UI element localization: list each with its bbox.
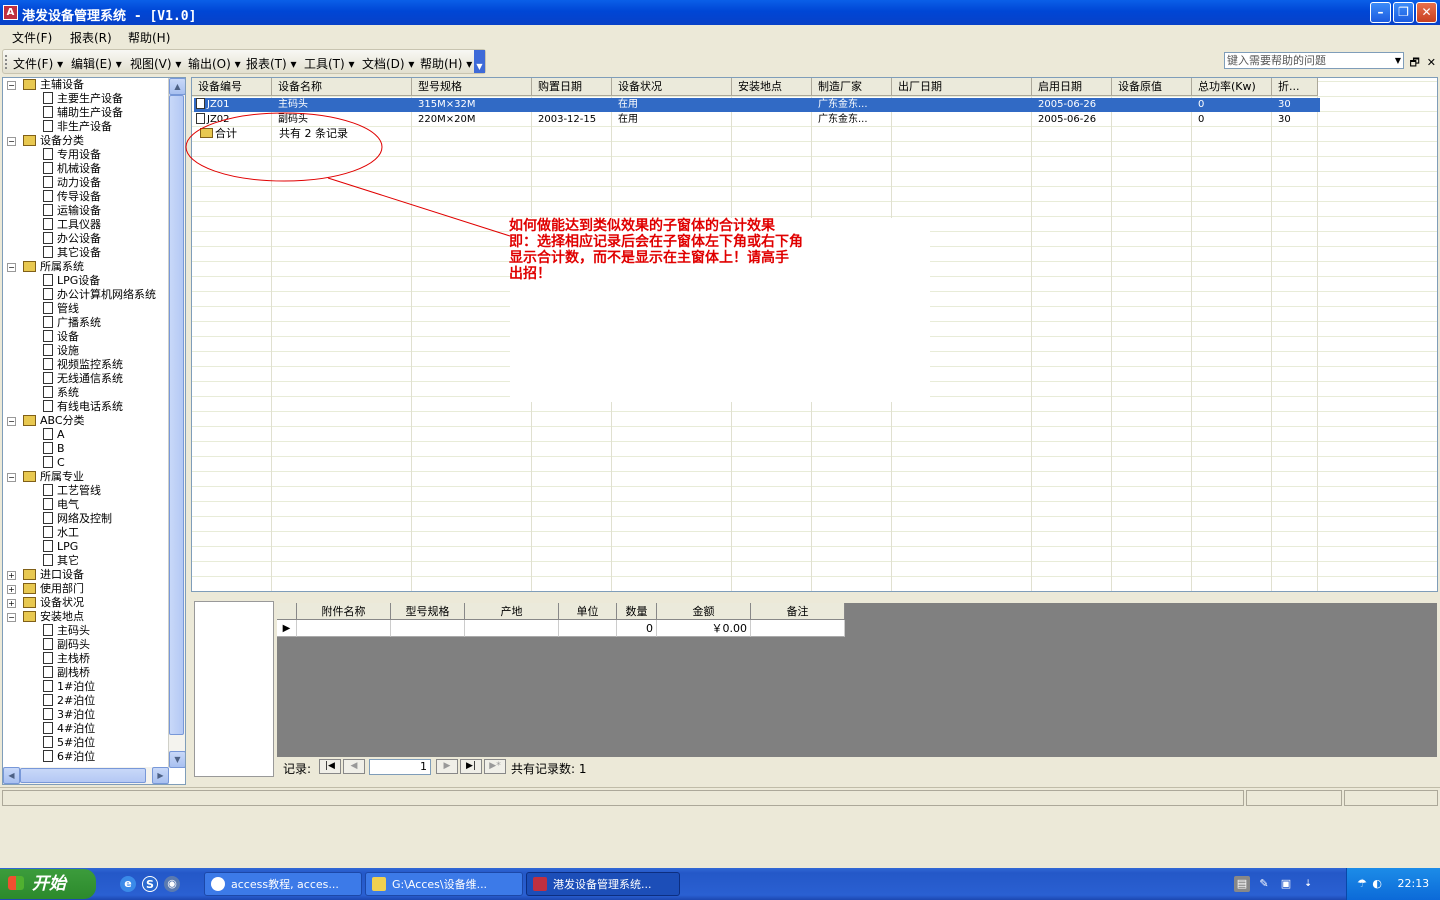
taskbar-item-explorer[interactable]: G:\Acces\设备维... [365, 872, 523, 896]
taskbar-item-access-tutorial[interactable]: access教程, acces... [204, 872, 362, 896]
new-record-button[interactable]: ▶* [484, 759, 506, 774]
subform-cell[interactable]: ￥0.00 [657, 620, 751, 637]
taskbar-item-gangfa[interactable]: 港发设备管理系统... [526, 872, 680, 896]
start-button[interactable]: 开始 [0, 869, 96, 899]
browser-s-icon[interactable]: S [142, 876, 158, 892]
record-label: 记录: [283, 762, 312, 776]
last-record-button[interactable]: ▶| [460, 759, 482, 774]
volume-icon[interactable]: ◐ [1372, 877, 1382, 890]
record-navigator: 记录: |◀ ◀ 1 ▶ ▶| ▶* 共有记录数: 1 [277, 757, 1437, 777]
subform-column-header[interactable]: 附件名称 [297, 603, 391, 620]
status-pane-2 [1246, 790, 1342, 806]
subform-cell[interactable] [297, 620, 391, 637]
subform-column-header[interactable]: 数量 [617, 603, 657, 620]
ime-options-icon[interactable]: ⇣ [1300, 876, 1316, 892]
record-number-input[interactable]: 1 [369, 759, 431, 775]
status-pane-3 [1344, 790, 1438, 806]
first-record-button[interactable]: |◀ [319, 759, 341, 774]
subform-corner [277, 603, 297, 620]
subform-left-panel [194, 601, 274, 777]
subform-cell[interactable] [391, 620, 465, 637]
browser-s-icon [211, 877, 225, 891]
status-pane-main [2, 790, 1244, 806]
record-selector-icon[interactable]: ▶ [277, 620, 297, 637]
status-bar [0, 787, 1440, 807]
subform-cell[interactable] [751, 620, 845, 637]
network-icon[interactable]: ☂ [1357, 877, 1367, 890]
subform-column-header[interactable]: 单位 [559, 603, 617, 620]
subform-cell[interactable]: 0 [617, 620, 657, 637]
prev-record-button[interactable]: ◀ [343, 759, 365, 774]
system-tray: ☂ ◐ 22:13 [1346, 868, 1440, 900]
folder-icon [372, 877, 386, 891]
record-total-text: 共有记录数: 1 [511, 762, 587, 776]
pen-icon[interactable]: ✎ [1256, 876, 1272, 892]
attachments-subform[interactable]: 附件名称 型号规格 产地 单位 数量 金额 备注 ▶ 0 ￥0.00 [277, 603, 1437, 757]
desktop-icon[interactable]: ◉ [164, 876, 180, 892]
subform-column-header[interactable]: 产地 [465, 603, 559, 620]
subform-cell[interactable] [465, 620, 559, 637]
subform-column-header[interactable]: 备注 [751, 603, 845, 620]
next-record-button[interactable]: ▶ [436, 759, 458, 774]
subform-column-header[interactable]: 型号规格 [391, 603, 465, 620]
windows-taskbar: 开始 e S ◉ access教程, acces... G:\Acces\设备维… [0, 868, 1440, 900]
windows-flag-icon [8, 876, 24, 890]
subform-column-header[interactable]: 金额 [657, 603, 751, 620]
annotation-question-text: 如何做能达到类似效果的子窗体的合计效果 即：选择相应记录后会在子窗体左下角或右下… [509, 218, 803, 282]
ie-icon[interactable]: e [120, 876, 136, 892]
keyboard-icon[interactable]: ▤ [1234, 876, 1250, 892]
subform-cell[interactable] [559, 620, 617, 637]
access-app-icon [533, 877, 547, 891]
clock[interactable]: 22:13 [1397, 877, 1429, 890]
language-bar-icon[interactable]: ▣ [1278, 876, 1294, 892]
